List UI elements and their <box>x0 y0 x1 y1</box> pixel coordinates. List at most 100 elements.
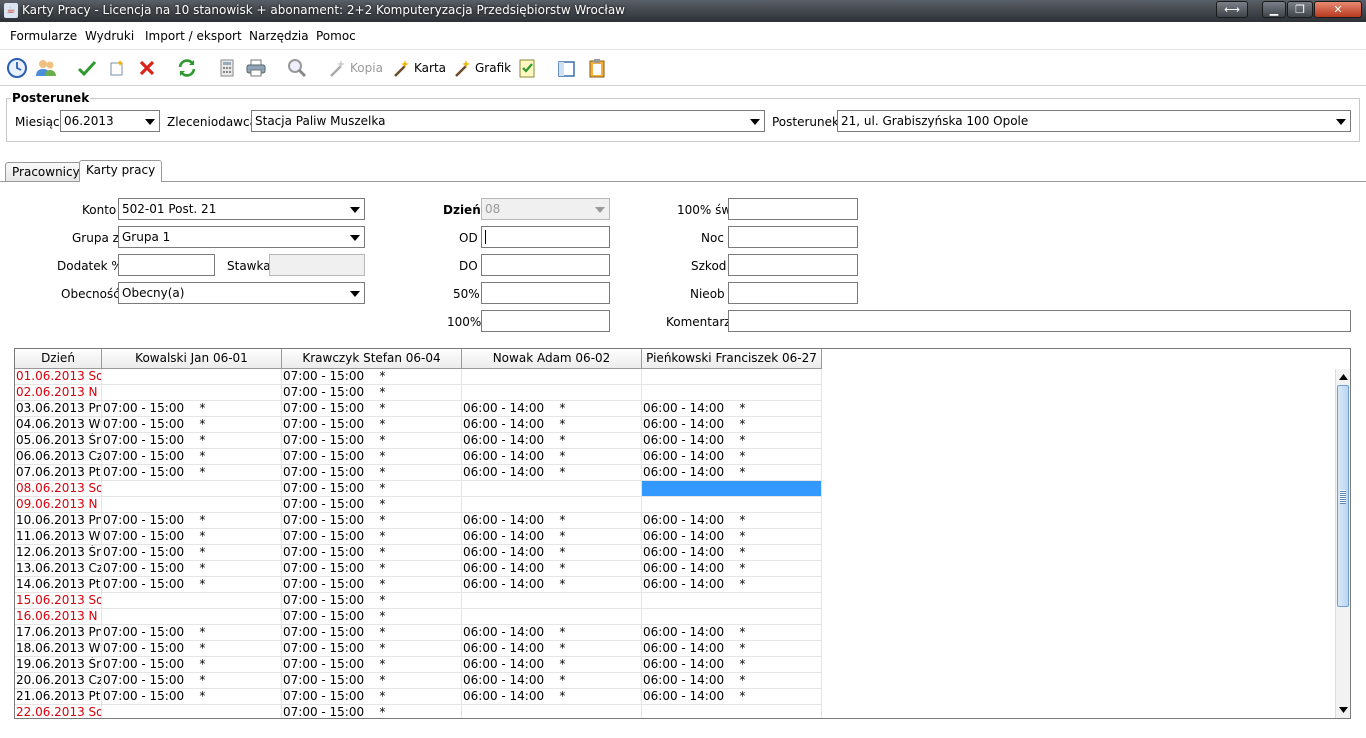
krawczyk-column-header[interactable]: Krawczyk Stefan 06-04 <box>282 349 462 369</box>
new-button[interactable] <box>106 56 128 80</box>
shift-cell[interactable]: 06:00 - 14:00 * <box>642 561 822 577</box>
shift-cell[interactable]: 07:00 - 15:00 * <box>282 689 462 705</box>
pienkowski-column-header[interactable]: Pieńkowski Franciszek 06-27 <box>642 349 822 369</box>
shift-cell[interactable]: 06:00 - 14:00 * <box>642 577 822 593</box>
grafik-button[interactable]: Grafik <box>451 56 511 80</box>
shift-cell[interactable] <box>642 369 822 385</box>
shift-cell[interactable]: 06:00 - 14:00 * <box>462 529 642 545</box>
shift-cell[interactable] <box>642 497 822 513</box>
day-cell[interactable]: 02.06.2013 N <box>15 385 102 401</box>
day-column-header[interactable]: Dzień <box>15 349 102 369</box>
shift-cell[interactable]: 06:00 - 14:00 * <box>642 529 822 545</box>
karta-button[interactable]: Karta <box>390 56 446 80</box>
shift-cell[interactable]: 06:00 - 14:00 * <box>642 401 822 417</box>
refresh-button[interactable] <box>176 56 198 80</box>
shift-cell[interactable]: 07:00 - 15:00 * <box>282 497 462 513</box>
shift-cell[interactable] <box>462 593 642 609</box>
shift-cell[interactable]: 07:00 - 15:00 * <box>282 417 462 433</box>
window-button[interactable] <box>556 56 578 80</box>
shift-cell[interactable]: 06:00 - 14:00 * <box>462 625 642 641</box>
day-cell[interactable]: 20.06.2013 Cz <box>15 673 102 689</box>
minimize-button[interactable]: ▁ <box>1262 1 1286 18</box>
day-cell[interactable]: 21.06.2013 Pt <box>15 689 102 705</box>
clock-button[interactable] <box>6 56 28 80</box>
shift-cell[interactable] <box>642 705 822 718</box>
shift-cell[interactable] <box>642 609 822 625</box>
shift-cell[interactable]: 06:00 - 14:00 * <box>642 689 822 705</box>
shift-cell[interactable]: 06:00 - 14:00 * <box>462 673 642 689</box>
shift-cell[interactable]: 07:00 - 15:00 * <box>282 705 462 718</box>
day-cell[interactable]: 11.06.2013 Wt <box>15 529 102 545</box>
selected-shift-cell[interactable] <box>642 481 822 497</box>
shift-cell[interactable]: 07:00 - 15:00 * <box>102 561 282 577</box>
shift-cell[interactable]: 06:00 - 14:00 * <box>642 657 822 673</box>
shift-cell[interactable] <box>102 497 282 513</box>
day-cell[interactable]: 17.06.2013 Pn <box>15 625 102 641</box>
day-cell[interactable]: 06.06.2013 Cz <box>15 449 102 465</box>
shift-cell[interactable]: 07:00 - 15:00 * <box>282 481 462 497</box>
shift-cell[interactable]: 07:00 - 15:00 * <box>102 545 282 561</box>
shift-cell[interactable]: 07:00 - 15:00 * <box>102 529 282 545</box>
konto-select[interactable]: 502-01 Post. 21 <box>118 198 365 220</box>
shift-cell[interactable]: 07:00 - 15:00 * <box>102 625 282 641</box>
shift-cell[interactable]: 06:00 - 14:00 * <box>462 465 642 481</box>
shift-cell[interactable] <box>642 385 822 401</box>
shift-cell[interactable]: 06:00 - 14:00 * <box>462 561 642 577</box>
day-cell[interactable]: 14.06.2013 Pt <box>15 577 102 593</box>
scroll-down-button[interactable] <box>1336 703 1350 717</box>
shift-cell[interactable]: 06:00 - 14:00 * <box>642 641 822 657</box>
shift-cell[interactable]: 06:00 - 14:00 * <box>462 545 642 561</box>
close-button[interactable]: ✕ <box>1314 1 1362 18</box>
shift-cell[interactable]: 07:00 - 15:00 * <box>282 529 462 545</box>
shift-cell[interactable]: 07:00 - 15:00 * <box>102 465 282 481</box>
day-cell[interactable]: 03.06.2013 Pn <box>15 401 102 417</box>
shift-cell[interactable]: 06:00 - 14:00 * <box>642 625 822 641</box>
shift-cell[interactable]: 07:00 - 15:00 * <box>282 385 462 401</box>
accept-button[interactable] <box>76 56 98 80</box>
shift-cell[interactable]: 06:00 - 14:00 * <box>642 433 822 449</box>
shift-cell[interactable]: 06:00 - 14:00 * <box>642 545 822 561</box>
shift-cell[interactable]: 06:00 - 14:00 * <box>642 513 822 529</box>
p100-input[interactable] <box>481 310 610 332</box>
shift-cell[interactable]: 07:00 - 15:00 * <box>282 673 462 689</box>
shift-cell[interactable]: 06:00 - 14:00 * <box>462 433 642 449</box>
shift-cell[interactable]: 06:00 - 14:00 * <box>462 689 642 705</box>
nowak-column-header[interactable]: Nowak Adam 06-02 <box>462 349 642 369</box>
day-cell[interactable]: 01.06.2013 So <box>15 369 102 385</box>
menu-formularze[interactable]: Formularze <box>10 29 77 43</box>
shift-cell[interactable]: 06:00 - 14:00 * <box>462 657 642 673</box>
p100sw-input[interactable] <box>728 198 858 220</box>
shift-cell[interactable] <box>462 705 642 718</box>
print-button[interactable] <box>245 56 267 80</box>
day-cell[interactable]: 05.06.2013 Śr <box>15 433 102 449</box>
shift-cell[interactable] <box>462 609 642 625</box>
day-cell[interactable]: 19.06.2013 Śr <box>15 657 102 673</box>
day-cell[interactable]: 13.06.2013 Cz <box>15 561 102 577</box>
shift-cell[interactable]: 06:00 - 14:00 * <box>462 577 642 593</box>
shift-cell[interactable]: 06:00 - 14:00 * <box>462 513 642 529</box>
shift-cell[interactable]: 07:00 - 15:00 * <box>282 641 462 657</box>
p50-input[interactable] <box>481 282 610 304</box>
shift-cell[interactable] <box>462 497 642 513</box>
shift-cell[interactable]: 06:00 - 14:00 * <box>462 641 642 657</box>
kowalski-column-header[interactable]: Kowalski Jan 06-01 <box>102 349 282 369</box>
shift-cell[interactable] <box>102 705 282 718</box>
day-cell[interactable]: 10.06.2013 Pn <box>15 513 102 529</box>
day-cell[interactable]: 07.06.2013 Pt <box>15 465 102 481</box>
shift-cell[interactable] <box>642 593 822 609</box>
zleceniodawca-select[interactable]: Stacja Paliw Muszelka <box>251 110 765 132</box>
day-cell[interactable]: 16.06.2013 N <box>15 609 102 625</box>
shift-cell[interactable]: 07:00 - 15:00 * <box>282 433 462 449</box>
shift-cell[interactable]: 07:00 - 15:00 * <box>282 657 462 673</box>
shift-cell[interactable]: 06:00 - 14:00 * <box>642 449 822 465</box>
shift-cell[interactable]: 07:00 - 15:00 * <box>282 577 462 593</box>
delete-button[interactable] <box>136 56 158 80</box>
shift-cell[interactable]: 07:00 - 15:00 * <box>102 657 282 673</box>
shift-cell[interactable]: 07:00 - 15:00 * <box>102 689 282 705</box>
search-button[interactable] <box>286 56 308 80</box>
obecnosc-select[interactable]: Obecny(a) <box>118 282 365 304</box>
day-cell[interactable]: 15.06.2013 So <box>15 593 102 609</box>
shift-cell[interactable] <box>102 385 282 401</box>
day-cell[interactable]: 12.06.2013 Śr <box>15 545 102 561</box>
dzien-select[interactable]: 08 <box>481 198 610 220</box>
